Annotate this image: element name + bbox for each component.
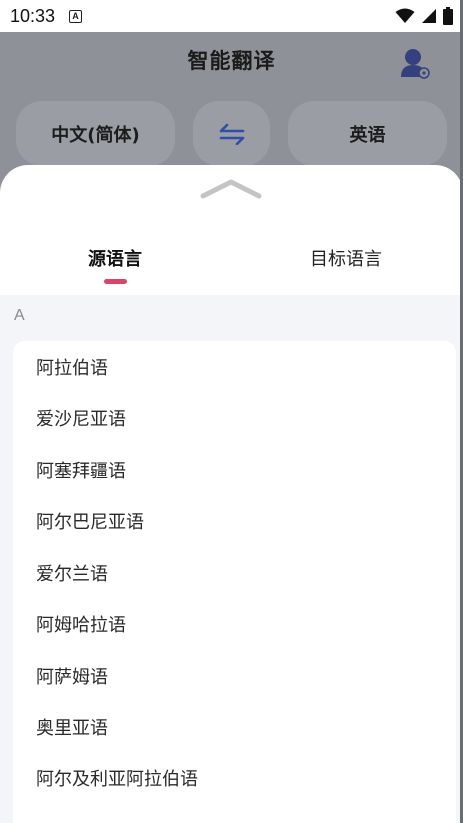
signal-icon	[422, 9, 436, 23]
source-language-button[interactable]: 中文(简体)	[16, 101, 175, 166]
list-item[interactable]: 阿萨姆语	[36, 661, 108, 691]
language-tabs: 源语言 目标语言	[0, 245, 463, 285]
swap-arrows-icon	[219, 123, 244, 145]
status-icons	[395, 7, 453, 25]
tab-target-language[interactable]: 目标语言	[310, 245, 382, 271]
list-item[interactable]: 阿塞拜疆语	[36, 455, 126, 485]
list-item[interactable]: 阿拉伯语	[36, 352, 108, 382]
wifi-icon	[395, 8, 415, 23]
list-item[interactable]: 爱沙尼亚语	[36, 403, 126, 433]
target-language-button[interactable]: 英语	[288, 101, 447, 166]
notification-a-icon: A	[69, 9, 83, 23]
language-picker-sheet: 源语言 目标语言 A 阿拉伯语 爱沙尼亚语 阿塞拜疆语 阿尔巴尼亚语 爱尔兰语 …	[0, 165, 463, 823]
user-avatar-icon[interactable]	[400, 47, 430, 79]
app-title: 智能翻译	[187, 49, 276, 73]
list-item[interactable]: 奥里亚语	[36, 712, 108, 742]
status-bar: 10:33 A	[0, 0, 463, 32]
active-tab-indicator	[104, 279, 127, 284]
battery-icon	[443, 7, 453, 25]
section-header-letter: A	[14, 307, 25, 324]
list-item[interactable]: 阿尔巴尼亚语	[36, 506, 144, 536]
language-list-area[interactable]: A 阿拉伯语 爱沙尼亚语 阿塞拜疆语 阿尔巴尼亚语 爱尔兰语 阿姆哈拉语 阿萨姆…	[0, 295, 463, 823]
list-item[interactable]: 阿姆哈拉语	[36, 609, 126, 639]
list-item[interactable]: 爱尔兰语	[36, 558, 108, 588]
swap-languages-button[interactable]	[193, 101, 270, 166]
list-item[interactable]: 阿尔及利亚阿拉伯语	[36, 763, 198, 793]
collapse-chevron-icon[interactable]	[199, 177, 263, 201]
tab-source-language[interactable]: 源语言	[88, 245, 142, 271]
language-list-card: 阿拉伯语 爱沙尼亚语 阿塞拜疆语 阿尔巴尼亚语 爱尔兰语 阿姆哈拉语 阿萨姆语 …	[13, 341, 456, 823]
status-time: 10:33	[10, 5, 56, 26]
